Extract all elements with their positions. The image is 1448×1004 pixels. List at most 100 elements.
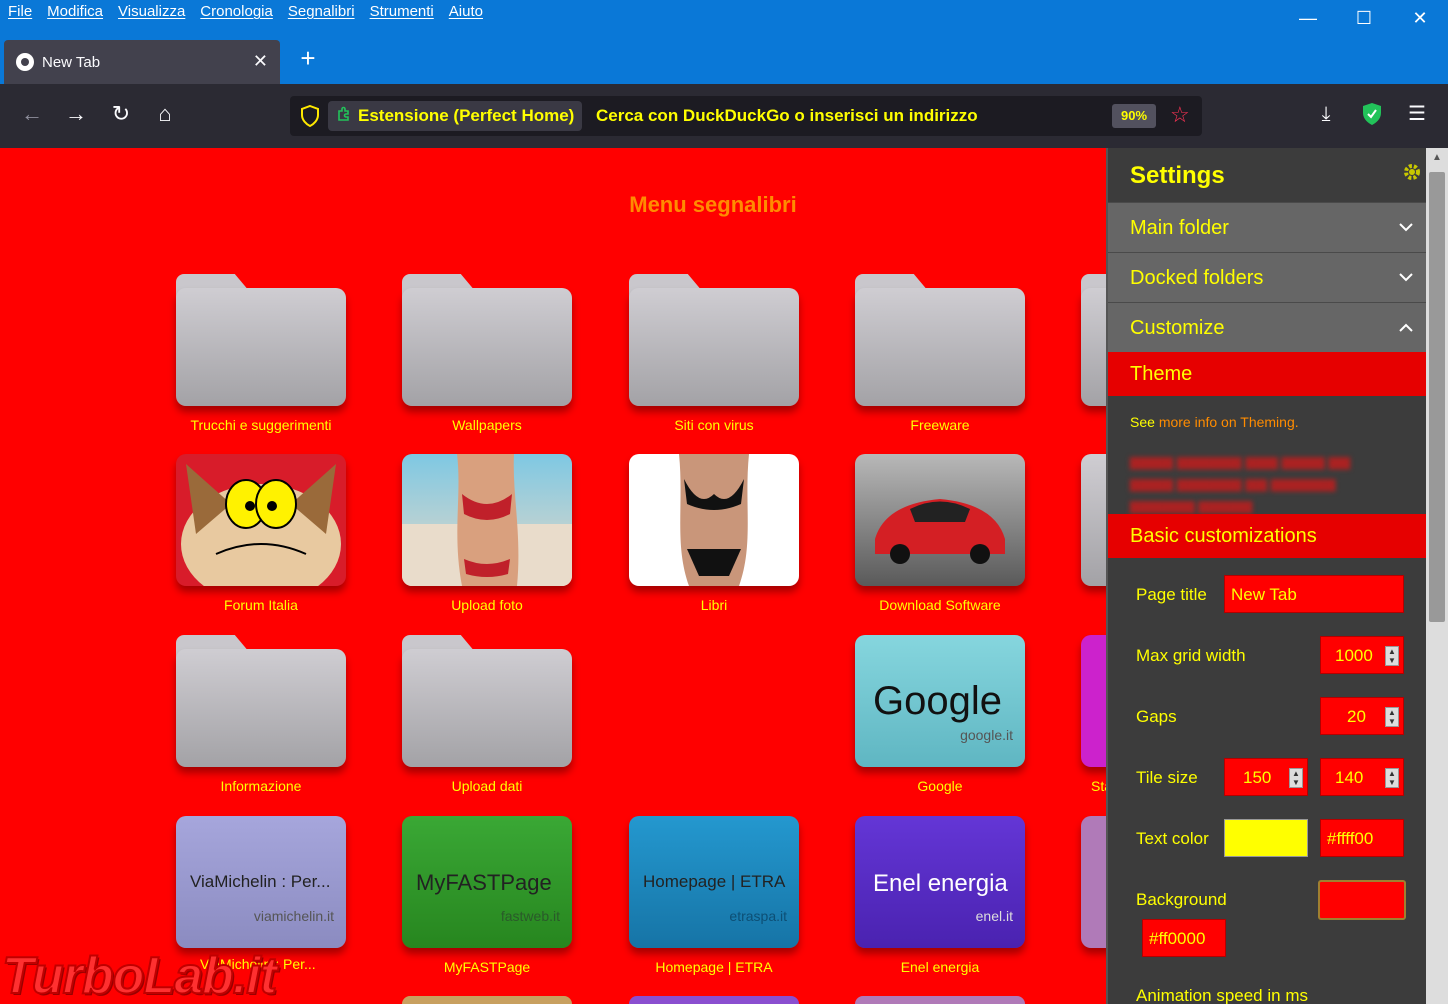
menu-cronologia[interactable]: Cronologia (200, 3, 273, 20)
tracking-shield-icon[interactable] (300, 104, 322, 128)
tile-height-input[interactable]: 140 ▲ ▼ (1320, 758, 1404, 796)
animation-speed-label: Animation speed in ms (1136, 986, 1308, 1004)
extension-label: Estensione (Perfect Home) (358, 106, 575, 125)
tab-new-tab[interactable]: New Tab ✕ (4, 40, 280, 84)
adblock-shield-icon[interactable] (1356, 98, 1388, 130)
tile-partial (629, 996, 799, 1004)
red-car-thumbnail (855, 454, 1025, 586)
tile-label: Wallpapers (452, 417, 522, 433)
site-domain: fastweb.it (500, 908, 560, 924)
puzzle-icon (336, 106, 352, 126)
image-tile[interactable]: Forum Italia (176, 454, 346, 634)
maximize-button[interactable]: ☐ (1336, 0, 1392, 36)
close-tab-icon[interactable]: ✕ (253, 52, 268, 70)
beach-photo-thumbnail (402, 454, 572, 586)
tile-label: Enel energia (900, 959, 980, 975)
folder-tile[interactable]: Trucchi e suggerimenti (176, 274, 346, 454)
folder-tile[interactable]: Upload dati (402, 635, 572, 815)
close-window-button[interactable]: ✕ (1392, 0, 1448, 36)
folder-tile-partial[interactable] (1081, 274, 1108, 454)
accordion-docked-folders[interactable]: Docked folders (1108, 252, 1426, 302)
gear-icon[interactable] (1402, 162, 1422, 188)
page-title-input[interactable]: New Tab (1224, 575, 1404, 613)
home-button[interactable]: ⌂ (149, 98, 181, 130)
scroll-up-icon[interactable]: ▲ (1426, 148, 1448, 168)
extension-badge[interactable]: Estensione (Perfect Home) (328, 101, 583, 131)
menu-strumenti[interactable]: Strumenti (370, 3, 434, 20)
spinner-icon[interactable]: ▲ ▼ (1385, 768, 1399, 788)
background-label: Background (1136, 890, 1227, 909)
panel-scrollbar[interactable]: ▲ (1426, 148, 1448, 1004)
page-title-label: Page title (1136, 585, 1207, 604)
menu-segnalibri[interactable]: Segnalibri (288, 3, 355, 20)
tile-label: Trucchi e suggerimenti (190, 417, 332, 433)
image-tile[interactable]: Upload foto (402, 454, 572, 634)
hamburger-menu-icon[interactable]: ☰ (1401, 98, 1433, 130)
back-button[interactable]: ← (16, 98, 48, 130)
tile-label: Google (917, 778, 963, 794)
site-tile-google[interactable]: Google google.it Google (855, 635, 1025, 815)
max-grid-width-label: Max grid width (1136, 646, 1246, 665)
site-domain: etraspa.it (729, 908, 787, 924)
text-color-swatch[interactable] (1224, 819, 1308, 857)
tile-label: Homepage | ETRA (655, 959, 773, 975)
minimize-button[interactable]: — (1280, 0, 1336, 36)
section-theme: Theme (1108, 352, 1426, 396)
url-bar[interactable]: Estensione (Perfect Home) Cerca con Duck… (290, 96, 1202, 136)
reload-button[interactable]: ↻ (105, 98, 137, 130)
section-basic-customizations: Basic customizations (1108, 514, 1426, 558)
background-color-swatch[interactable] (1318, 880, 1406, 920)
menu-modifica[interactable]: Modifica (47, 3, 103, 20)
site-name: Google (873, 679, 1002, 723)
text-color-label: Text color (1136, 829, 1209, 848)
image-tile[interactable]: Libri (629, 454, 799, 634)
image-tile[interactable]: Download Software (855, 454, 1025, 634)
background-color-input[interactable]: #ff0000 (1142, 919, 1226, 957)
site-tile-myfastpage[interactable]: MyFASTPage fastweb.it MyFASTPage (402, 816, 572, 996)
text-color-input[interactable]: #ffff00 (1320, 819, 1404, 857)
site-name: ViaMichelin : Per... (190, 872, 331, 891)
folder-tile[interactable]: Freeware (855, 274, 1025, 454)
max-grid-width-input[interactable]: 1000 ▲ ▼ (1320, 636, 1404, 674)
nav-bar: ← → ↻ ⌂ Estensione (Perfect Home) Cerca … (0, 84, 1448, 148)
theming-link[interactable]: more info on Theming. (1159, 414, 1299, 430)
scroll-thumb[interactable] (1429, 172, 1445, 622)
menu-bar: File Modifica Visualizza Cronologia Segn… (0, 0, 1448, 36)
tile-label: Upload foto (451, 597, 523, 613)
image-tile-partial[interactable] (1081, 454, 1108, 634)
zoom-badge[interactable]: 90% (1112, 104, 1156, 128)
turbolab-watermark-logo: TurboLab.it (1, 946, 278, 1004)
tile-width-input[interactable]: 150 ▲ ▼ (1224, 758, 1308, 796)
blurred-theme-text: ▆▆▆▆ ▆▆▆▆▆▆ ▆▆▆ ▆▆▆▆ ▆▆ ▆▆▆▆ ▆▆▆▆▆▆ ▆▆ ▆… (1130, 453, 1351, 513)
gaps-input[interactable]: 20 ▲ ▼ (1320, 697, 1404, 735)
site-domain: google.it (960, 727, 1013, 743)
folder-tile[interactable]: Informazione (176, 635, 346, 815)
spinner-icon[interactable]: ▲ ▼ (1289, 768, 1303, 788)
tab-strip: New Tab ✕ + (0, 36, 1448, 84)
site-tile-etra[interactable]: Homepage | ETRA etraspa.it Homepage | ET… (629, 816, 799, 996)
settings-title: Settings (1130, 162, 1225, 189)
forward-button[interactable]: → (60, 98, 92, 130)
tile-label: Upload dati (451, 778, 523, 794)
spinner-icon[interactable]: ▲ ▼ (1385, 707, 1399, 727)
site-tile-partial[interactable] (1081, 816, 1108, 996)
tile-label: Libri (700, 597, 728, 613)
firefox-favicon-icon (16, 53, 34, 71)
cartoon-coyote-thumbnail (176, 454, 346, 586)
menu-file[interactable]: File (8, 3, 32, 20)
site-name: Homepage | ETRA (643, 872, 786, 891)
new-tab-button[interactable]: + (294, 44, 322, 72)
tile-label: Download Software (879, 597, 1001, 613)
accordion-customize[interactable]: Customize (1108, 302, 1426, 352)
site-tile-partial[interactable]: Sta (1081, 635, 1108, 815)
downloads-icon[interactable]: ⤓ (1310, 98, 1342, 130)
menu-aiuto[interactable]: Aiuto (449, 3, 483, 20)
spinner-icon[interactable]: ▲ ▼ (1385, 646, 1399, 666)
gaps-label: Gaps (1136, 707, 1177, 726)
site-tile-enel[interactable]: Enel energia enel.it Enel energia (855, 816, 1025, 996)
menu-visualizza[interactable]: Visualizza (118, 3, 185, 20)
accordion-main-folder[interactable]: Main folder (1108, 202, 1426, 252)
folder-tile[interactable]: Siti con virus (629, 274, 799, 454)
bookmark-star-icon[interactable]: ☆ (1170, 102, 1190, 128)
folder-tile[interactable]: Wallpapers (402, 274, 572, 454)
